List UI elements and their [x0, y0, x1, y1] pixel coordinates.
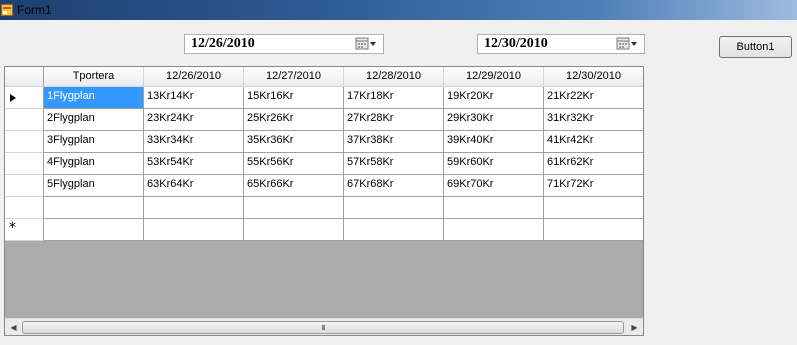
grid-cell[interactable]: 25Kr26Kr — [244, 109, 344, 131]
grid-cell[interactable] — [44, 219, 144, 241]
title-bar: Form1 — [0, 0, 797, 20]
grid-cell[interactable] — [144, 219, 244, 241]
scroll-right-icon[interactable]: ▶ — [627, 320, 642, 335]
grid-cell[interactable]: 39Kr40Kr — [444, 131, 544, 153]
grid-cell[interactable]: 67Kr68Kr — [344, 175, 444, 197]
grid-cell[interactable] — [544, 219, 643, 241]
grid-cell[interactable]: 59Kr60Kr — [444, 153, 544, 175]
table-row: 2Flygplan 23Kr24Kr 25Kr26Kr 27Kr28Kr 29K… — [5, 109, 643, 131]
grid-cell[interactable]: 37Kr38Kr — [344, 131, 444, 153]
grid-cell[interactable] — [244, 219, 344, 241]
grid-cell[interactable]: 27Kr28Kr — [344, 109, 444, 131]
grid-cell[interactable] — [444, 219, 544, 241]
grid-cell[interactable]: 3Flygplan — [44, 131, 144, 153]
grid-header-row: Tportera 12/26/2010 12/27/2010 12/28/201… — [5, 67, 643, 89]
new-row: * — [5, 219, 643, 241]
grid-cell[interactable]: 57Kr58Kr — [344, 153, 444, 175]
grid-cell[interactable]: 29Kr30Kr — [444, 109, 544, 131]
grid-cell[interactable]: 19Kr20Kr — [444, 87, 544, 109]
scroll-thumb[interactable]: III — [22, 321, 624, 334]
column-header-tportera[interactable]: Tportera — [44, 67, 144, 87]
app-icon — [1, 4, 13, 16]
column-header-date[interactable]: 12/26/2010 — [144, 67, 244, 87]
date-picker-start[interactable]: 12/26/2010 — [184, 34, 384, 54]
column-header-date[interactable]: 12/28/2010 — [344, 67, 444, 87]
date-picker-start-value: 12/26/2010 — [191, 36, 255, 51]
column-header-date[interactable]: 12/30/2010 — [544, 67, 643, 87]
row-header[interactable] — [5, 197, 44, 219]
date-picker-end-value: 12/30/2010 — [484, 36, 548, 51]
grid-cell[interactable] — [44, 197, 144, 219]
table-row: 5Flygplan 63Kr64Kr 65Kr66Kr 67Kr68Kr 69K… — [5, 175, 643, 197]
current-row-arrow-icon — [10, 94, 16, 102]
top-left-header-cell[interactable] — [5, 67, 44, 87]
grid-cell[interactable] — [344, 197, 444, 219]
scroll-left-icon[interactable]: ◀ — [6, 320, 21, 335]
grid-cell[interactable]: 33Kr34Kr — [144, 131, 244, 153]
row-header[interactable] — [5, 87, 44, 109]
grid-cell[interactable]: 15Kr16Kr — [244, 87, 344, 109]
table-row: 1Flygplan 13Kr14Kr 15Kr16Kr 17Kr18Kr 19K… — [5, 87, 643, 109]
row-header[interactable] — [5, 109, 44, 131]
data-grid[interactable]: Tportera 12/26/2010 12/27/2010 12/28/201… — [4, 66, 644, 336]
grid-cell[interactable] — [444, 197, 544, 219]
grid-cell[interactable]: 5Flygplan — [44, 175, 144, 197]
row-header[interactable] — [5, 131, 44, 153]
horizontal-scrollbar[interactable]: ◀ III ▶ — [5, 318, 643, 335]
grid-cell[interactable]: 35Kr36Kr — [244, 131, 344, 153]
grid-cell[interactable]: 71Kr72Kr — [544, 175, 643, 197]
grid-cell[interactable]: 69Kr70Kr — [444, 175, 544, 197]
row-header[interactable] — [5, 175, 44, 197]
grid-cell[interactable] — [144, 197, 244, 219]
date-picker-end[interactable]: 12/30/2010 — [477, 34, 645, 54]
row-header[interactable] — [5, 153, 44, 175]
window-title: Form1 — [17, 3, 52, 17]
column-header-date[interactable]: 12/29/2010 — [444, 67, 544, 87]
calendar-dropdown-icon[interactable] — [355, 37, 379, 51]
grid-cell[interactable]: 13Kr14Kr — [144, 87, 244, 109]
grid-cell[interactable]: 63Kr64Kr — [144, 175, 244, 197]
calendar-dropdown-icon[interactable] — [616, 37, 640, 51]
scroll-thumb-grip: III — [321, 323, 325, 332]
table-row — [5, 197, 643, 219]
table-row: 3Flygplan 33Kr34Kr 35Kr36Kr 37Kr38Kr 39K… — [5, 131, 643, 153]
new-row-asterisk-icon: * — [9, 220, 16, 236]
button1[interactable]: Button1 — [719, 36, 792, 58]
grid-cell[interactable]: 17Kr18Kr — [344, 87, 444, 109]
grid-cell[interactable]: 61Kr62Kr — [544, 153, 643, 175]
row-header[interactable]: * — [5, 219, 44, 241]
grid-cell[interactable]: 65Kr66Kr — [244, 175, 344, 197]
grid-cell[interactable]: 55Kr56Kr — [244, 153, 344, 175]
grid-cell[interactable] — [244, 197, 344, 219]
grid-cell[interactable]: 21Kr22Kr — [544, 87, 643, 109]
table-row: 4Flygplan 53Kr54Kr 55Kr56Kr 57Kr58Kr 59K… — [5, 153, 643, 175]
grid-cell[interactable]: 53Kr54Kr — [144, 153, 244, 175]
grid-cell[interactable]: 2Flygplan — [44, 109, 144, 131]
grid-cell[interactable]: 4Flygplan — [44, 153, 144, 175]
column-header-date[interactable]: 12/27/2010 — [244, 67, 344, 87]
grid-cell[interactable]: 41Kr42Kr — [544, 131, 643, 153]
grid-cell[interactable]: 1Flygplan — [44, 87, 144, 109]
grid-cell[interactable]: 31Kr32Kr — [544, 109, 643, 131]
grid-cell[interactable]: 23Kr24Kr — [144, 109, 244, 131]
grid-cell[interactable] — [544, 197, 643, 219]
grid-cell[interactable] — [344, 219, 444, 241]
